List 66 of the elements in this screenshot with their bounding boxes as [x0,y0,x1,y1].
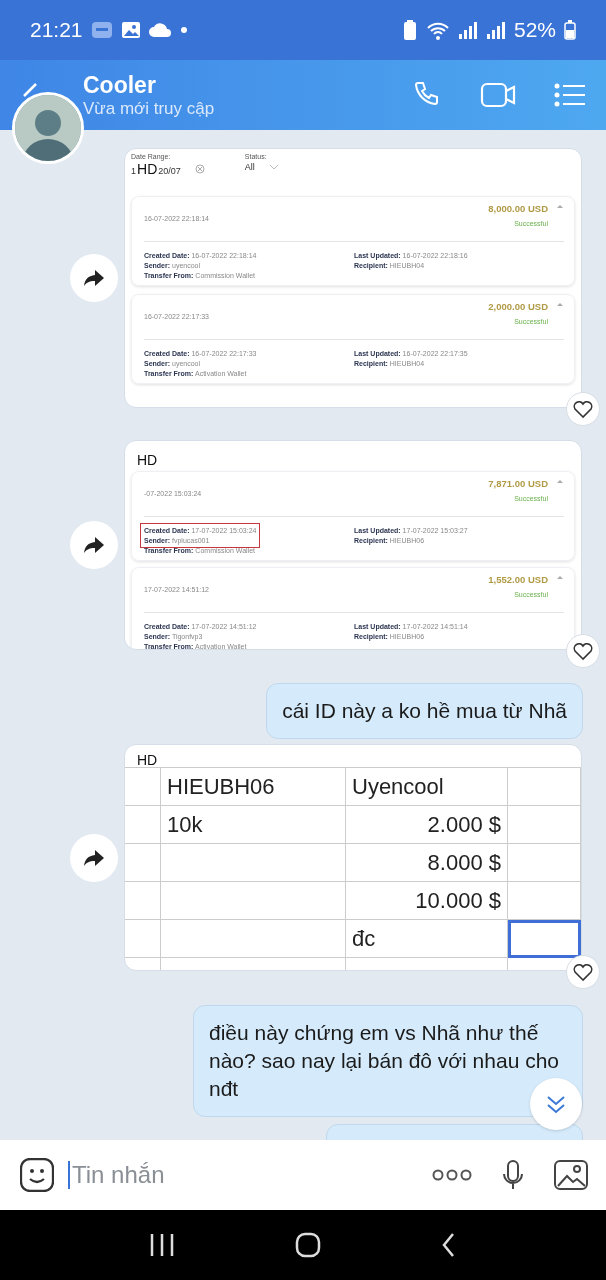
table-cell: 10.000 $ [346,882,508,920]
message-input-field[interactable]: Tin nhắn [68,1161,418,1189]
caret-up-icon [556,574,564,580]
double-chevron-down-icon [546,1094,566,1114]
table-cell: đc [346,920,508,958]
overlay-label: HD [137,452,158,468]
heart-icon [573,641,593,661]
message-bubble: cái ID này a ko hề mua từ Nhã [266,683,583,739]
transaction-amount: 1,552.00 USD [488,574,548,585]
presence-status: Vừa mới truy cập [83,98,215,119]
home-icon[interactable] [295,1232,321,1258]
row-header-cell [125,882,161,920]
row-header-cell [125,920,161,958]
reaction-button[interactable] [566,634,600,668]
notification-dot-icon [180,27,187,33]
battery-saver-icon [401,20,418,40]
table-cell: 10k [161,806,346,844]
chevron-down-icon [268,164,279,170]
forward-arrow-icon [83,535,105,555]
recent-apps-icon[interactable] [150,1233,175,1257]
date-range-value: 1 [131,166,136,176]
status-filter-value: All [244,162,255,172]
microphone-icon[interactable] [502,1160,524,1190]
heart-icon [573,399,593,419]
table-cell: 8.000 $ [346,844,508,882]
battery-percentage: 52% [513,18,556,42]
back-icon[interactable] [441,1233,456,1257]
emoji-icon[interactable] [20,1158,54,1192]
forward-button[interactable] [70,254,118,302]
forward-arrow-icon [83,268,105,288]
signal-icon [457,21,478,39]
chat-app-icon [90,20,113,40]
wifi-icon [425,20,450,40]
message-bubble: điều này chứng em vs Nhã như thế nào? sao nay lại bán đô với nhau cho nđt [193,1005,583,1117]
contact-name: Cooler [83,71,156,99]
battery-icon [564,20,576,40]
forward-button[interactable] [70,833,118,882]
caret-up-icon [556,301,564,307]
forward-button[interactable] [70,521,118,569]
signal-icon [485,21,506,39]
reaction-button[interactable] [566,392,600,426]
clock-time: 21:21 [30,18,83,42]
cloud-icon [148,21,173,39]
transaction-amount: 7,871.00 USD [488,478,548,489]
table-cell: Uyencool [346,768,508,806]
caret-up-icon [556,203,564,209]
row-header-cell [125,844,161,882]
table-cell: 2.000 $ [346,806,508,844]
table-cell: HIEUBH06 [161,768,346,806]
menu-icon[interactable] [554,82,586,108]
more-options-icon[interactable] [432,1169,472,1181]
image-icon[interactable] [554,1160,588,1190]
date-range-value: 20/07 [158,166,181,176]
transaction-amount: 8,000.00 USD [488,203,548,214]
gallery-icon [120,21,141,39]
reaction-button[interactable] [566,955,600,989]
transaction-amount: 2,000.00 USD [488,301,548,312]
clear-icon [194,164,205,174]
forward-arrow-icon [83,847,105,868]
video-call-icon[interactable] [480,80,516,110]
heart-icon [573,962,593,982]
row-header-cell [125,806,161,844]
avatar-silhouette-icon [15,95,81,161]
caret-up-icon [556,478,564,484]
overlay-label: HD [137,162,158,176]
overlay-label: HD [137,753,158,767]
